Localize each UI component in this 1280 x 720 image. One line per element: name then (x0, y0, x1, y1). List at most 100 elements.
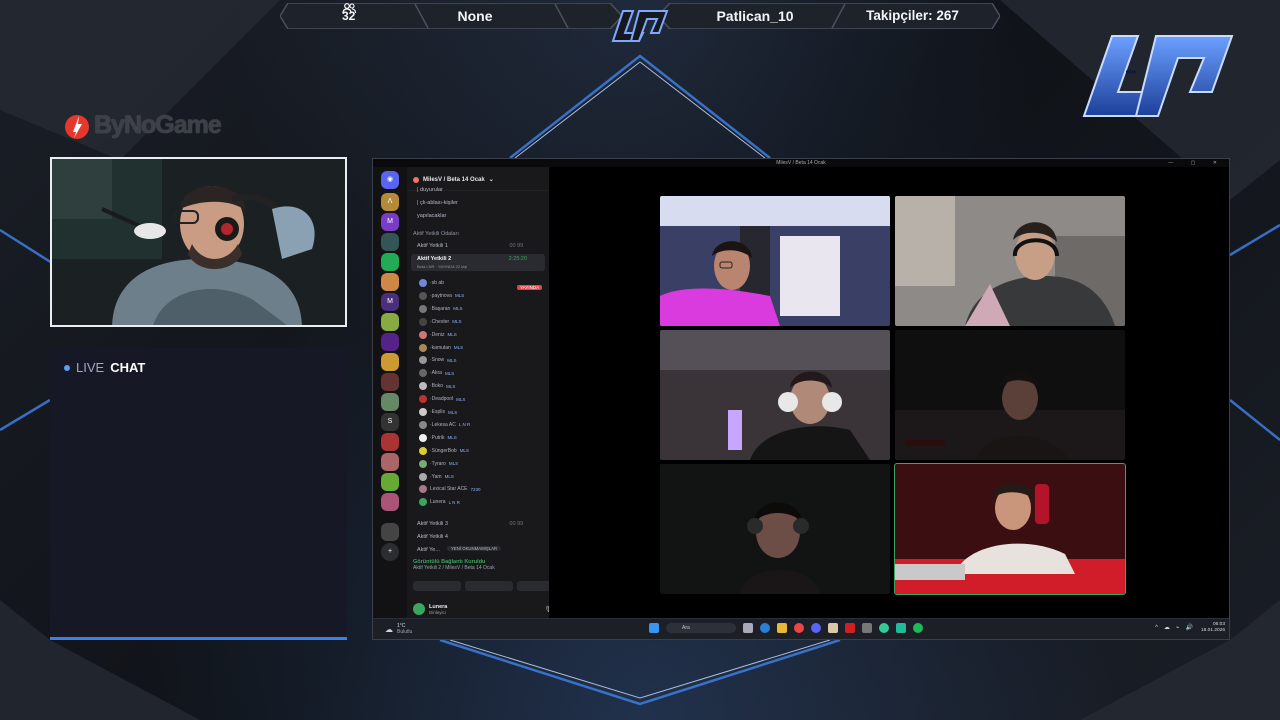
video-tile[interactable] (660, 330, 890, 460)
video-tile[interactable] (895, 330, 1125, 460)
voice-member[interactable]: ·sb ab (419, 279, 447, 287)
chat-header: LIVE CHAT (64, 360, 145, 375)
member-tag: L N R (448, 499, 460, 505)
member-name: ·paytnova (430, 292, 452, 299)
server-icon[interactable] (381, 473, 399, 491)
screen-share-button[interactable] (465, 581, 513, 591)
unread-pill[interactable]: YENİ OKUNMAMIŞLAR (447, 546, 502, 551)
channel-activity: Beta LNR · YAYINDA 22 kişi (417, 264, 468, 269)
server-name: MilesV / Beta 14 Ocak (423, 176, 485, 183)
member-tag: MLS (456, 396, 466, 402)
server-icon[interactable] (381, 493, 399, 511)
app-icon[interactable] (862, 623, 872, 633)
weather-widget[interactable]: ☁ 1°C Bulutlu (385, 623, 412, 635)
spotify-icon[interactable] (913, 623, 923, 633)
window-controls[interactable]: — ▢ ✕ (1168, 159, 1225, 167)
task-view-icon[interactable] (743, 623, 753, 633)
voice-member[interactable]: ·Lekesa AC L N R (419, 420, 470, 429)
server-icon[interactable]: Λ (381, 193, 399, 211)
taskbar-search[interactable]: Ara (666, 623, 736, 633)
category-label: None (457, 8, 493, 24)
window-title: MilesV / Beta 14 Ocak (776, 160, 826, 166)
edge-icon[interactable] (760, 623, 770, 633)
server-icon[interactable] (381, 393, 399, 411)
voice-channel[interactable]: Aktif Yetkili 1 00 99 (417, 243, 523, 249)
app-icon[interactable] (896, 623, 906, 633)
text-channel[interactable]: | duyurular (417, 187, 443, 193)
system-tray[interactable]: ^☁⌁🔊 (1155, 624, 1199, 631)
voice-channel-label: Aktif Yetkili 2 (417, 256, 452, 262)
voice-channel[interactable]: Aktif Yetkili 3 00 99 (417, 521, 523, 527)
live-chat-panel: LIVE CHAT (50, 348, 347, 640)
voice-channel[interactable]: Aktif Ye... (417, 547, 440, 553)
voice-channel-meta: 00 99 (509, 521, 524, 527)
discord-titlebar: MilesV / Beta 14 Ocak — ▢ ✕ (373, 159, 1229, 167)
voice-member[interactable]: Lexical Star ACE 7230 (419, 485, 481, 494)
voice-member[interactable]: ·Akra MLS (419, 369, 454, 378)
voice-channel[interactable]: Aktif Yetkili 4 (417, 534, 448, 540)
voice-channel-meta: 00 99 (509, 243, 524, 249)
text-channel[interactable]: | çk-ablası-kişiler (417, 200, 458, 206)
member-tag: MLS (444, 474, 454, 479)
server-icon[interactable]: S (381, 413, 399, 431)
app-icon[interactable] (879, 623, 889, 633)
voice-member[interactable]: ·Esplis MLS (419, 408, 457, 416)
avatar (419, 498, 427, 507)
voice-member[interactable]: ·paytnova MLS (419, 291, 465, 300)
avatar[interactable] (413, 603, 425, 615)
voice-member[interactable]: ·kamutan MLS (419, 343, 463, 352)
server-icon[interactable] (381, 273, 399, 291)
voice-member[interactable]: ·Deadpool MLS (419, 395, 466, 404)
member-name: Lunera (430, 499, 446, 506)
taskbar-clock[interactable]: 06:03 18.01.2026 (1201, 622, 1225, 634)
server-icon[interactable] (381, 353, 399, 371)
taskbar-apps: Ara (649, 623, 923, 633)
server-icon[interactable] (381, 233, 399, 251)
voice-channel-label: Aktif Yetkili 1 (417, 243, 448, 249)
voice-member[interactable]: ·Putrik MLS (419, 433, 457, 442)
text-channel[interactable]: yapılacaklar (417, 213, 446, 219)
camera-button[interactable] (413, 581, 461, 591)
server-icon[interactable] (381, 523, 399, 541)
voice-channel-active[interactable]: Aktif Yetkili 2 2:25:20 (417, 256, 527, 262)
discord-icon[interactable] (811, 623, 821, 633)
voice-member[interactable]: ·Chester MLS (419, 317, 461, 326)
server-icon[interactable] (381, 253, 399, 271)
server-icon[interactable]: M (381, 293, 399, 311)
member-name: ·Akra (430, 370, 442, 377)
windows-start-icon[interactable] (649, 623, 659, 633)
server-icon[interactable]: M (381, 213, 399, 231)
voice-member[interactable]: ·Boko MLS (419, 382, 455, 391)
member-name: ·Lekesa AC (430, 421, 456, 428)
avatar (419, 446, 427, 455)
app-icon[interactable] (845, 623, 855, 633)
member-name: ·Esplis (430, 409, 446, 415)
add-server-icon[interactable]: + (381, 543, 399, 561)
follower-count: Takipçiler: 267 (866, 8, 959, 23)
server-icon[interactable] (381, 373, 399, 391)
server-icon[interactable] (381, 433, 399, 451)
voice-member[interactable]: ·SüngerBob MLS (419, 446, 469, 455)
chrome-icon[interactable] (794, 623, 804, 633)
voice-member[interactable]: Lunera L N R (419, 498, 460, 507)
video-tile[interactable] (895, 196, 1125, 326)
server-icon[interactable] (381, 313, 399, 331)
voice-member[interactable]: ·Tyraro MLS (419, 459, 458, 468)
sponsor-name: ByNoGame (94, 111, 222, 139)
app-icon[interactable] (828, 623, 838, 633)
voice-member[interactable]: ·Başaran MLS (419, 304, 463, 313)
server-icon[interactable] (381, 333, 399, 351)
voice-member[interactable]: ·Deniz MLS (419, 330, 457, 339)
avatar (419, 408, 427, 416)
server-icon[interactable] (381, 453, 399, 471)
voice-member[interactable]: ·Yam MLS (419, 472, 454, 481)
member-tag: MLS (454, 293, 465, 299)
file-explorer-icon[interactable] (777, 623, 787, 633)
video-tile[interactable] (660, 196, 890, 326)
avatar (419, 317, 427, 326)
discord-home-icon[interactable]: ◉ (381, 171, 399, 189)
video-tile-speaking[interactable] (894, 463, 1126, 595)
video-tile[interactable] (660, 464, 890, 594)
category-header[interactable]: Aktif Yetkili Odaları (413, 231, 459, 237)
voice-member[interactable]: ·Snow MLS (419, 356, 456, 365)
